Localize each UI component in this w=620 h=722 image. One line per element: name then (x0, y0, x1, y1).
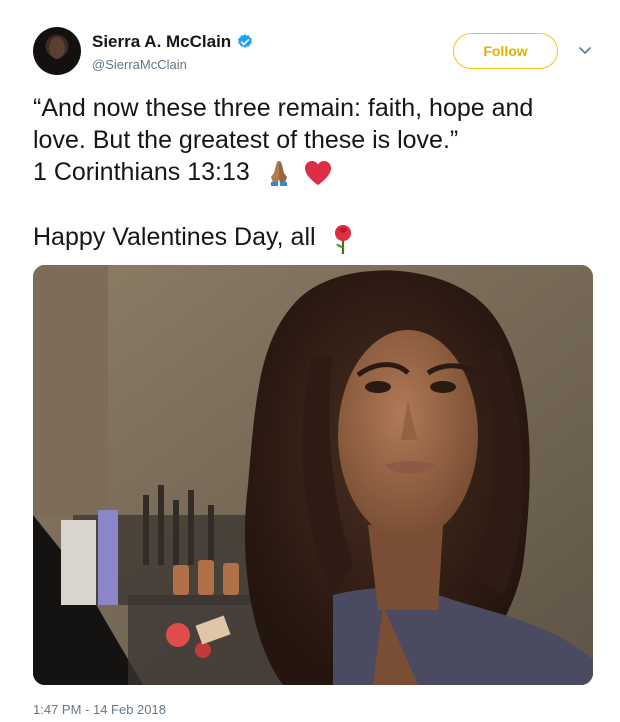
follow-button[interactable]: Follow (453, 33, 558, 69)
avatar[interactable] (33, 27, 81, 75)
chevron-down-icon[interactable] (575, 40, 595, 60)
display-name[interactable]: Sierra A. McClain (92, 32, 231, 52)
tweet-photo[interactable] (33, 265, 593, 685)
tweet-line-3: 1 Corinthians 13:13 (33, 156, 598, 189)
selfie-photo-image (33, 265, 593, 685)
user-handle[interactable]: @SierraMcClain (92, 57, 187, 72)
tweet-card: Sierra A. McClain @SierraMcClain Follow … (0, 0, 620, 722)
folded-hands-icon (270, 161, 287, 187)
greeting-line: Happy Valentines Day, all (33, 221, 598, 255)
tweet-text: “And now these three remain: faith, hope… (33, 92, 598, 256)
greeting-text: Happy Valentines Day, all (33, 223, 316, 252)
bible-reference: 1 Corinthians 13:13 (33, 158, 250, 186)
user-name-row[interactable]: Sierra A. McClain (92, 31, 254, 53)
tweet-line-1: “And now these three remain: faith, hope… (33, 94, 534, 122)
rose-icon (334, 224, 351, 254)
tweet-timestamp[interactable]: 1:47 PM - 14 Feb 2018 (33, 702, 166, 717)
red-heart-icon (304, 161, 331, 186)
verified-badge-icon (238, 34, 253, 48)
tweet-line-2: love. But the greatest of these is love.… (33, 126, 459, 154)
